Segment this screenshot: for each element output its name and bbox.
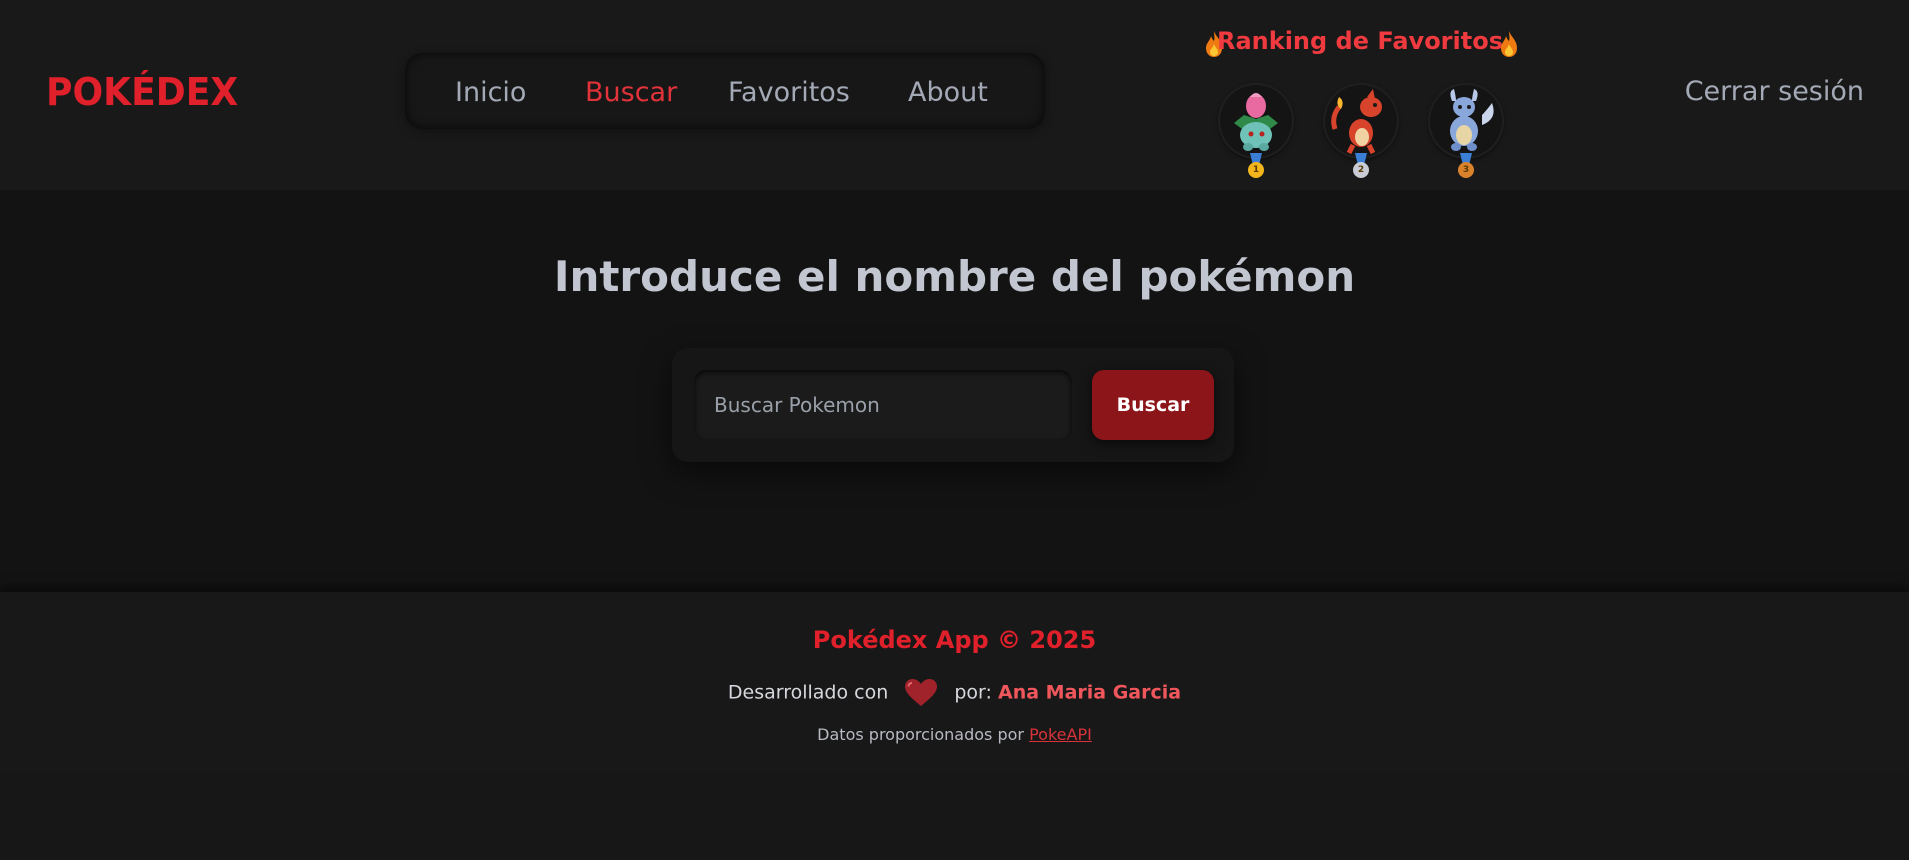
nav-item-buscar[interactable]: Buscar bbox=[585, 77, 677, 108]
author-name: Ana Maria Garcia bbox=[998, 681, 1182, 704]
app-logo[interactable]: POKÉDEX bbox=[46, 70, 238, 114]
credits-prefix: Desarrollado con bbox=[727, 681, 889, 704]
page-title: Introduce el nombre del pokémon bbox=[553, 252, 1356, 301]
search-form: Buscar bbox=[672, 348, 1234, 462]
wartortle-icon bbox=[1430, 85, 1502, 157]
footer: Pokédex App © 2025 Desarrollado con por:… bbox=[0, 592, 1909, 772]
logout-button[interactable]: Cerrar sesión bbox=[1685, 76, 1864, 107]
charmeleon-icon bbox=[1325, 85, 1397, 157]
search-button[interactable]: Buscar bbox=[1092, 370, 1214, 440]
ranking-title: Ranking de Favoritos bbox=[1216, 27, 1503, 55]
search-input[interactable] bbox=[694, 370, 1072, 440]
pokeapi-link[interactable]: PokeAPI bbox=[1029, 725, 1092, 744]
medal-gold-icon: 1 bbox=[1248, 162, 1264, 178]
nav-item-favoritos[interactable]: Favoritos bbox=[728, 77, 850, 108]
nav-item-inicio[interactable]: Inicio bbox=[455, 77, 526, 108]
ranking-entry-2[interactable]: 2 bbox=[1323, 85, 1399, 183]
flame-icon bbox=[1501, 31, 1517, 57]
medal-bronze-icon: 3 bbox=[1458, 162, 1474, 178]
footer-title: Pokédex App © 2025 bbox=[812, 626, 1097, 654]
nav-item-about[interactable]: About bbox=[908, 77, 988, 108]
header: POKÉDEX Inicio Buscar Favoritos About Ra… bbox=[0, 0, 1909, 190]
ranking-entry-3[interactable]: 3 bbox=[1428, 85, 1504, 183]
search-section: Introduce el nombre del pokémon Buscar bbox=[0, 190, 1909, 592]
page-bottom bbox=[0, 772, 1909, 860]
ranking-entry-1[interactable]: 1 bbox=[1218, 85, 1294, 183]
credits-middle: por: bbox=[954, 681, 992, 704]
medal-silver-icon: 2 bbox=[1353, 162, 1369, 178]
data-source-prefix: Datos proporcionados por bbox=[817, 725, 1024, 744]
heart-icon bbox=[905, 679, 938, 706]
main-nav: Inicio Buscar Favoritos About bbox=[405, 53, 1045, 129]
footer-credits: Desarrollado con por: Ana Maria Garcia bbox=[0, 678, 1909, 708]
footer-data-source: Datos proporcionados por PokeAPI bbox=[0, 725, 1909, 744]
ivysaur-icon bbox=[1220, 85, 1292, 157]
